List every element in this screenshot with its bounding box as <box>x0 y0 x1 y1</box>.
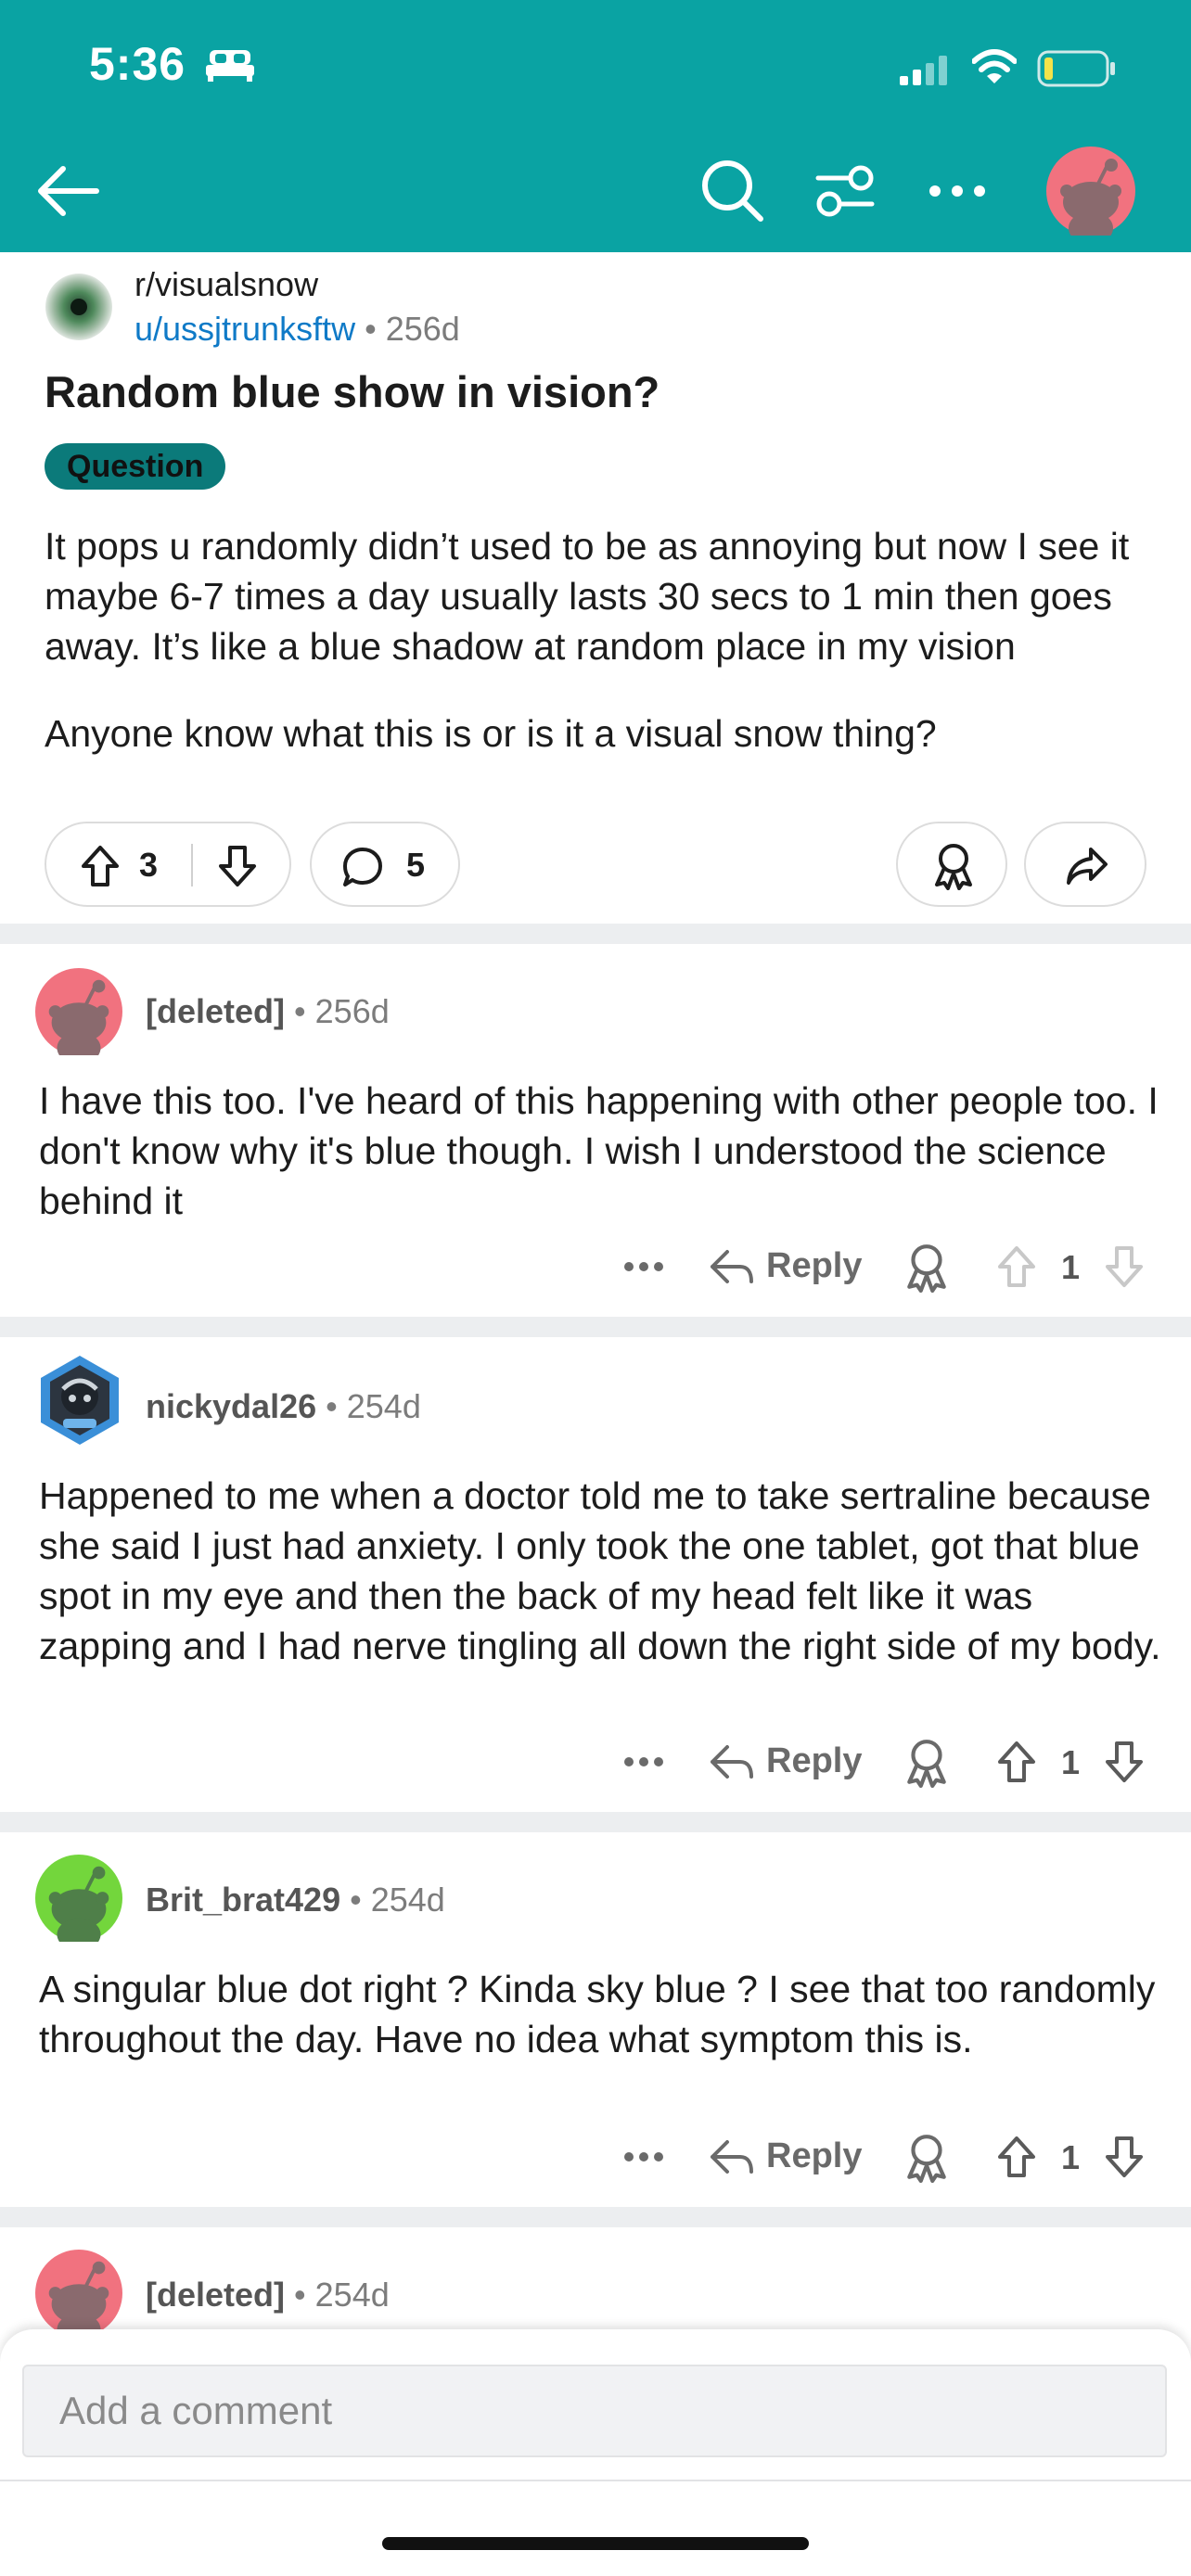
header-bar: 5:36 <box>0 0 1191 252</box>
separator-dot: • <box>294 2276 306 2314</box>
award-icon <box>935 844 972 890</box>
comment-author[interactable]: [deleted] <box>146 2276 285 2314</box>
separator-dot: • <box>350 1881 362 1919</box>
comment-author[interactable]: nickydal26 <box>146 1387 316 1425</box>
wifi-icon <box>972 49 1017 83</box>
avatar[interactable] <box>35 2250 122 2337</box>
more-icon[interactable] <box>623 1756 664 1767</box>
downvote-icon[interactable] <box>1104 1244 1145 1289</box>
post-body: It pops u randomly didn’t used to be as … <box>45 521 1158 796</box>
signal-icon <box>900 56 947 85</box>
comment-age: 256d <box>314 992 390 1030</box>
reply-icon[interactable] <box>709 1246 755 1287</box>
filter-icon[interactable] <box>813 161 877 221</box>
share-icon <box>1067 848 1108 885</box>
post-title: Random blue show in vision? <box>45 367 660 416</box>
post-author-line: u/ussjtrunksftw • 256d <box>134 310 460 349</box>
downvote-icon[interactable] <box>217 844 258 888</box>
comment-actions: Reply 1 <box>0 1239 1191 1294</box>
comment-author-line: nickydal26 • 254d <box>146 1387 421 1426</box>
comment-count: 5 <box>406 846 426 884</box>
vote-count: 1 <box>1061 1248 1081 1286</box>
comments-button[interactable]: 5 <box>310 822 460 907</box>
back-arrow-icon[interactable] <box>35 163 100 219</box>
sleep-mode-icon <box>206 50 254 82</box>
award-icon[interactable] <box>903 1243 950 1293</box>
comment-author-line: [deleted] • 256d <box>146 992 390 1031</box>
comment-age: 254d <box>370 1881 445 1919</box>
post-score: 3 <box>139 846 159 884</box>
reply-button[interactable]: Reply <box>766 2136 862 2176</box>
post-flair[interactable]: Question <box>45 443 226 490</box>
separator-dot: • <box>326 1387 338 1425</box>
section-divider <box>0 1317 1191 1337</box>
reply-icon[interactable] <box>709 2136 755 2177</box>
downvote-icon[interactable] <box>1104 1740 1145 1784</box>
vote-pill: 3 <box>45 822 291 907</box>
downvote-icon[interactable] <box>1104 2135 1145 2179</box>
comment-body: A singular blue dot right ? Kinda sky bl… <box>39 1968 1156 2060</box>
section-divider <box>0 924 1191 944</box>
reply-button[interactable]: Reply <box>766 1246 862 1286</box>
home-indicator[interactable] <box>382 2537 809 2550</box>
subreddit-icon[interactable] <box>45 273 113 341</box>
post-body-paragraph: It pops u randomly didn’t used to be as … <box>45 525 1130 668</box>
avatar[interactable] <box>35 968 122 1055</box>
separator-dot: • <box>365 310 377 348</box>
comment-body: I have this too. I've heard of this happ… <box>39 1079 1159 1222</box>
vote-divider <box>191 844 193 886</box>
more-icon[interactable] <box>623 2151 664 2162</box>
comment-age: 254d <box>346 1387 421 1425</box>
more-icon[interactable] <box>623 1261 664 1272</box>
comment-body: Happened to me when a doctor told me to … <box>39 1474 1161 1667</box>
comment-icon <box>343 848 382 886</box>
comment-author[interactable]: [deleted] <box>146 992 285 1030</box>
vote-count: 1 <box>1061 2138 1081 2176</box>
reply-icon[interactable] <box>709 1741 755 1782</box>
separator-dot: • <box>294 992 306 1030</box>
comment-author-line: Brit_brat429 • 254d <box>146 1881 445 1919</box>
upvote-icon[interactable] <box>80 844 121 888</box>
comment-author[interactable]: Brit_brat429 <box>146 1881 340 1919</box>
award-icon[interactable] <box>903 2133 950 2183</box>
upvote-icon[interactable] <box>996 1740 1037 1784</box>
subreddit-name[interactable]: r/visualsnow <box>134 265 318 304</box>
avatar[interactable] <box>35 1855 122 1942</box>
post-author[interactable]: u/ussjtrunksftw <box>134 310 355 348</box>
award-button[interactable] <box>896 822 1007 907</box>
upvote-icon[interactable] <box>996 2135 1037 2179</box>
reply-button[interactable]: Reply <box>766 1741 862 1781</box>
comment-author-line: [deleted] • 254d <box>146 2276 390 2315</box>
section-divider <box>0 1812 1191 1832</box>
status-time: 5:36 <box>89 38 186 90</box>
composer-divider <box>0 2480 1191 2481</box>
avatar[interactable] <box>1046 147 1135 236</box>
comment-actions: Reply 1 <box>0 2129 1191 2185</box>
search-icon[interactable] <box>699 158 766 224</box>
avatar[interactable] <box>35 1352 124 1448</box>
post-age: 256d <box>385 310 460 348</box>
add-comment-input[interactable]: Add a comment <box>22 2365 1167 2457</box>
vote-count: 1 <box>1061 1743 1081 1781</box>
award-icon[interactable] <box>903 1738 950 1788</box>
post-body-paragraph: Anyone know what this is or is it a visu… <box>45 712 937 755</box>
share-button[interactable] <box>1024 822 1146 907</box>
section-divider <box>0 2207 1191 2227</box>
battery-icon <box>1037 50 1115 87</box>
more-icon[interactable] <box>928 182 987 200</box>
comment-age: 254d <box>314 2276 390 2314</box>
comment-actions: Reply 1 <box>0 1734 1191 1790</box>
upvote-icon[interactable] <box>996 1244 1037 1289</box>
